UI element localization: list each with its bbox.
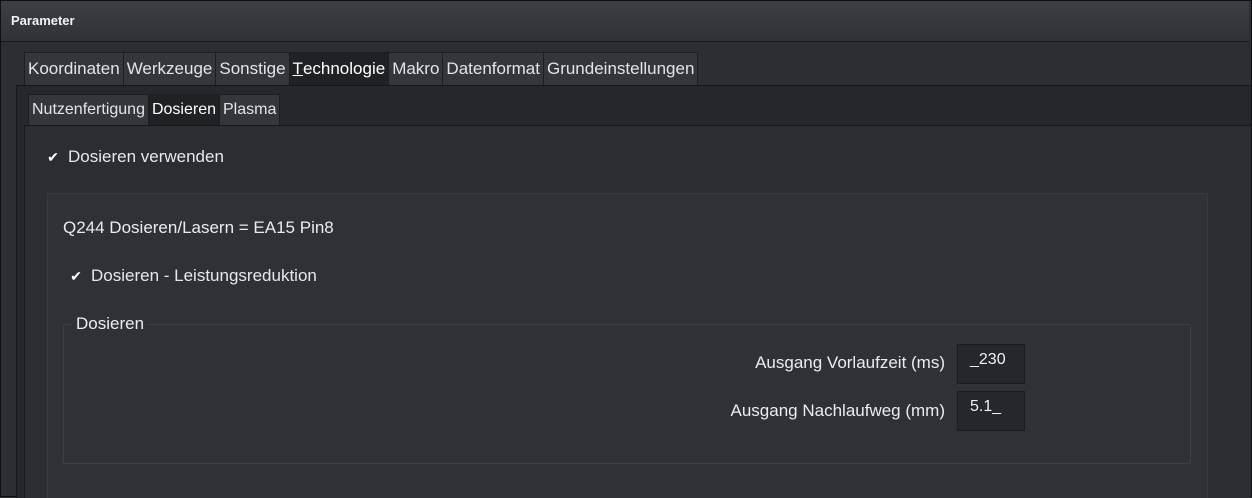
pin-info-text: Q244 Dosieren/Lasern = EA15 Pin8 (63, 218, 334, 237)
tab-koordinaten[interactable]: Koordinaten (24, 52, 124, 85)
checkmark-icon: ✔ (70, 267, 82, 284)
dosieren-verwenden-checkbox[interactable]: ✔ Dosieren verwenden (44, 147, 224, 167)
main-tab-bar: Koordinaten Werkzeuge Sonstige Technolog… (24, 52, 699, 85)
tab-makro[interactable]: Makro (389, 52, 444, 85)
sub-tab-bar: Nutzenfertigung Dosieren Plasma (28, 94, 281, 125)
tab-plasma[interactable]: Plasma (220, 94, 281, 125)
groupbox-title: Dosieren (72, 314, 149, 334)
checkmark-icon: ✔ (47, 148, 59, 165)
nachlaufweg-input[interactable]: 5.1_ (957, 391, 1025, 431)
vorlaufzeit-input[interactable]: _230 (957, 344, 1025, 384)
leistungsreduktion-checkbox[interactable]: ✔ Dosieren - Leistungsreduktion (67, 266, 317, 286)
tab-sonstige[interactable]: Sonstige (216, 52, 290, 85)
checkbox-label: Dosieren - Leistungsreduktion (91, 266, 317, 285)
tab-dosieren[interactable]: Dosieren (148, 94, 220, 125)
tab-datenformat[interactable]: Datenformat (443, 52, 544, 85)
nachlaufweg-label: Ausgang Nachlaufweg (mm) (730, 401, 945, 420)
vorlaufzeit-label: Ausgang Vorlaufzeit (ms) (755, 353, 945, 372)
tab-grundeinstellungen[interactable]: Grundeinstellungen (543, 52, 699, 85)
window-title: Parameter (11, 13, 75, 28)
tab-werkzeuge[interactable]: Werkzeuge (123, 52, 217, 85)
title-bar[interactable]: Parameter (1, 1, 1249, 42)
tab-technologie[interactable]: Technologie (289, 52, 390, 85)
tab-nutzenfertigung[interactable]: Nutzenfertigung (28, 94, 149, 125)
checkbox-label: Dosieren verwenden (68, 147, 224, 166)
